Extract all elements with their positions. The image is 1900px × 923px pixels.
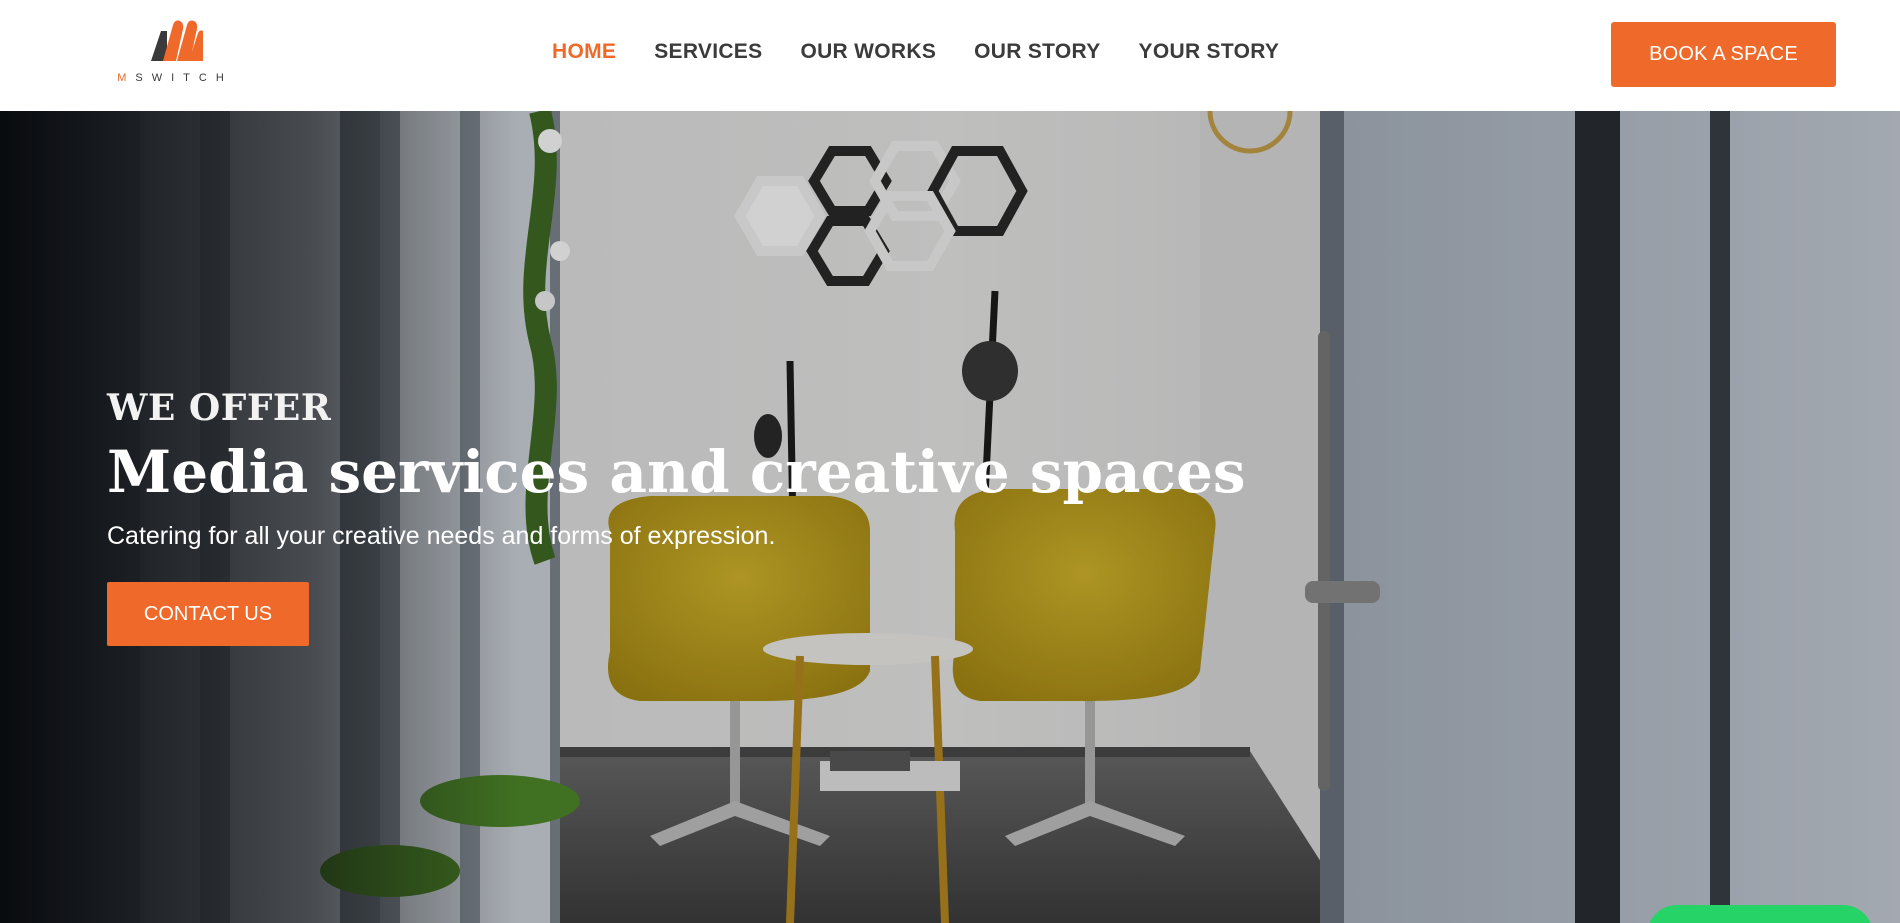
nav-item-our-story[interactable]: OUR STORY [974,40,1100,64]
hero-eyebrow: WE OFFER [107,387,332,429]
hero-subline: Catering for all your creative needs and… [107,522,776,550]
logo-wordmark: MSWITCH [117,72,233,84]
nav-item-home[interactable]: HOME [552,40,616,64]
logo-mark-icon [151,20,203,61]
site-header: MSWITCH HOME SERVICES OUR WORKS OUR STOR… [0,0,1900,111]
hero-headline: Media services and creative spaces [107,438,1246,506]
brand-logo[interactable]: MSWITCH [116,19,234,89]
book-a-space-button[interactable]: BOOK A SPACE [1611,22,1836,87]
hero-section: WE OFFER Media services and creative spa… [0,111,1900,923]
hero-content: WE OFFER Media services and creative spa… [107,386,1246,646]
nav-item-our-works[interactable]: OUR WORKS [800,40,936,64]
main-nav: HOME SERVICES OUR WORKS OUR STORY YOUR S… [552,40,1317,64]
nav-item-services[interactable]: SERVICES [654,40,762,64]
contact-us-button[interactable]: CONTACT US [107,582,309,646]
chat-widget-button[interactable] [1647,905,1873,923]
nav-item-your-story[interactable]: YOUR STORY [1139,40,1280,64]
